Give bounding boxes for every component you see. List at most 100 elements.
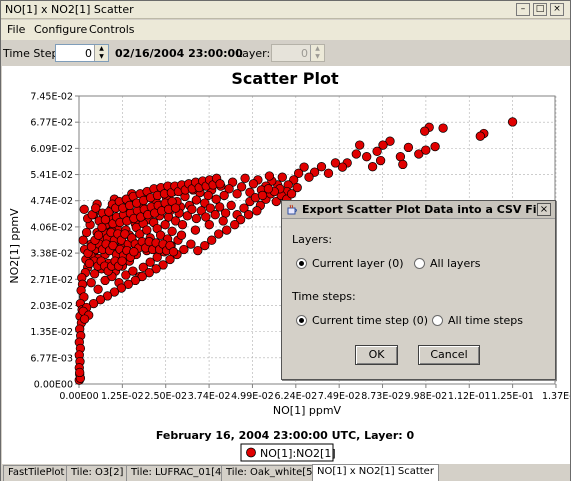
scatter-point (475, 131, 485, 141)
scatter-point (220, 208, 231, 218)
scatter-point (398, 159, 408, 170)
dialog-titlebar[interactable]: Export Scatter Plot Data into a CSV File… (282, 201, 555, 219)
scatter-point (355, 140, 365, 150)
timesteps-label: Time steps: (292, 290, 356, 303)
scatter-point (257, 190, 268, 201)
window-title: NO[1] x NO2[1] Scatter (5, 3, 134, 16)
menu-file[interactable]: File (7, 23, 25, 36)
cancel-button[interactable]: Cancel (418, 345, 480, 365)
x-tick-label: 1.25E-01 (491, 391, 534, 402)
x-tick-label: 8.73E-02 (361, 391, 404, 402)
y-tick-label: 4.06E-02 (30, 222, 73, 233)
scatter-point (75, 367, 85, 378)
window-titlebar[interactable]: NO[1] x NO2[1] Scatter – □ × (1, 1, 570, 19)
all-timesteps-label[interactable]: All time steps (448, 314, 523, 327)
tab-scatter[interactable]: NO[1] x NO2[1] Scatter (312, 464, 439, 481)
chart-subtitle: February 16, 2004 23:00:00 UTC, Layer: 0 (156, 429, 415, 442)
y-tick-label: 6.77E-02 (30, 118, 73, 129)
minimize-button[interactable]: – (516, 3, 530, 16)
scatter-point (203, 190, 213, 201)
scatter-point (372, 146, 382, 156)
current-timestep-label[interactable]: Current time step (0) (312, 314, 428, 327)
layer-spinner[interactable]: 0 ▲ ▼ (271, 44, 325, 62)
y-tick-label: 2.71E-02 (30, 275, 73, 286)
legend-marker (246, 447, 256, 458)
layers-label: Layers: (292, 233, 333, 246)
scatter-point (129, 247, 139, 257)
app-window: NO[1] x NO2[1] Scatter – □ × File Config… (0, 0, 571, 481)
time-step-label: Time Step: (3, 47, 63, 60)
dialog-title: Export Scatter Plot Data into a CSV File (302, 203, 548, 216)
current-timestep-radio[interactable] (296, 315, 307, 326)
x-axis-label: NO[1] ppmV (273, 404, 342, 417)
scatter-point (86, 278, 96, 288)
scatter-point (176, 230, 187, 240)
export-dialog: Export Scatter Plot Data into a CSV File… (281, 200, 556, 380)
scatter-point (190, 225, 201, 235)
current-layer-label[interactable]: Current layer (0) (312, 257, 404, 270)
spinner-arrows-icon[interactable]: ▲ ▼ (94, 45, 108, 61)
legend-label: NO[1]:NO2[1] (260, 447, 336, 460)
menu-controls[interactable]: Controls (89, 23, 135, 36)
scatter-point (193, 245, 203, 256)
ok-button[interactable]: OK (355, 345, 398, 365)
scatter-point (93, 284, 103, 294)
tab-fasttileplot[interactable]: FastTilePlot (3, 465, 70, 481)
maximize-button[interactable]: □ (533, 3, 547, 16)
close-button[interactable]: × (550, 3, 564, 16)
scatter-point (243, 210, 254, 220)
x-tick-label: 1.25E-02 (101, 391, 144, 402)
scatter-point (351, 149, 361, 159)
scatter-point (430, 141, 440, 152)
scatter-point (117, 256, 127, 266)
scatter-point (79, 204, 89, 214)
y-tick-label: 6.09E-02 (30, 144, 73, 155)
time-step-value: 0 (85, 47, 92, 60)
scatter-point (248, 179, 259, 189)
scatter-point (240, 173, 250, 183)
scatter-point (81, 227, 92, 238)
dialog-close-button[interactable]: × (537, 203, 551, 216)
scatter-point (277, 172, 287, 182)
y-tick-label: 2.03E-02 (30, 301, 73, 312)
scatter-point (167, 226, 177, 236)
scatter-point (201, 212, 211, 222)
chart-title: Scatter Plot (231, 69, 339, 88)
spinner-arrows-icon[interactable]: ▲ ▼ (310, 45, 324, 61)
legend: NO[1]:NO2[1] (240, 443, 336, 462)
scatter-point (507, 117, 518, 127)
x-tick-label: 3.74E-02 (188, 391, 231, 402)
scatter-point (210, 210, 220, 220)
all-layers-label[interactable]: All layers (430, 257, 480, 270)
tab-o3[interactable]: Tile: O3[2] (66, 465, 129, 481)
scatter-point (362, 152, 372, 162)
scatter-point (421, 145, 431, 155)
tab-bar: FastTilePlot Tile: O3[2] Tile: LUFRAC_01… (1, 464, 570, 481)
layer-value: 0 (301, 47, 308, 60)
current-layer-radio[interactable] (296, 258, 307, 269)
all-timesteps-radio[interactable] (432, 315, 443, 326)
y-axis-label: NO2[1] ppmV (8, 208, 21, 284)
scatter-point (264, 171, 275, 181)
scatter-point (323, 168, 334, 178)
scatter-point (89, 269, 100, 279)
scatter-point (330, 158, 341, 168)
scatter-point (226, 200, 236, 211)
java-cup-icon (287, 204, 297, 215)
scatter-point (100, 215, 111, 225)
time-step-spinner[interactable]: 0 ▲ ▼ (55, 44, 109, 62)
scatter-point (232, 189, 242, 199)
x-tick-label: 6.24E-02 (274, 391, 317, 402)
layer-label: Layer: (236, 47, 271, 60)
all-layers-radio[interactable] (414, 258, 425, 269)
tab-lufrac[interactable]: Tile: LUFRAC_01[4] (126, 465, 231, 481)
y-tick-label: 5.41E-02 (30, 170, 73, 181)
scatter-point (187, 204, 197, 214)
x-tick-label: 4.99E-02 (231, 391, 274, 402)
x-tick-label: 1.12E-01 (448, 391, 491, 402)
menu-configure[interactable]: Configure (34, 23, 87, 36)
scatter-point (211, 194, 221, 204)
datetime-display: 02/16/2004 23:00:00 (115, 47, 243, 60)
tab-oak-white[interactable]: Tile: Oak_white[5] (221, 465, 322, 481)
scatter-point (367, 162, 378, 172)
